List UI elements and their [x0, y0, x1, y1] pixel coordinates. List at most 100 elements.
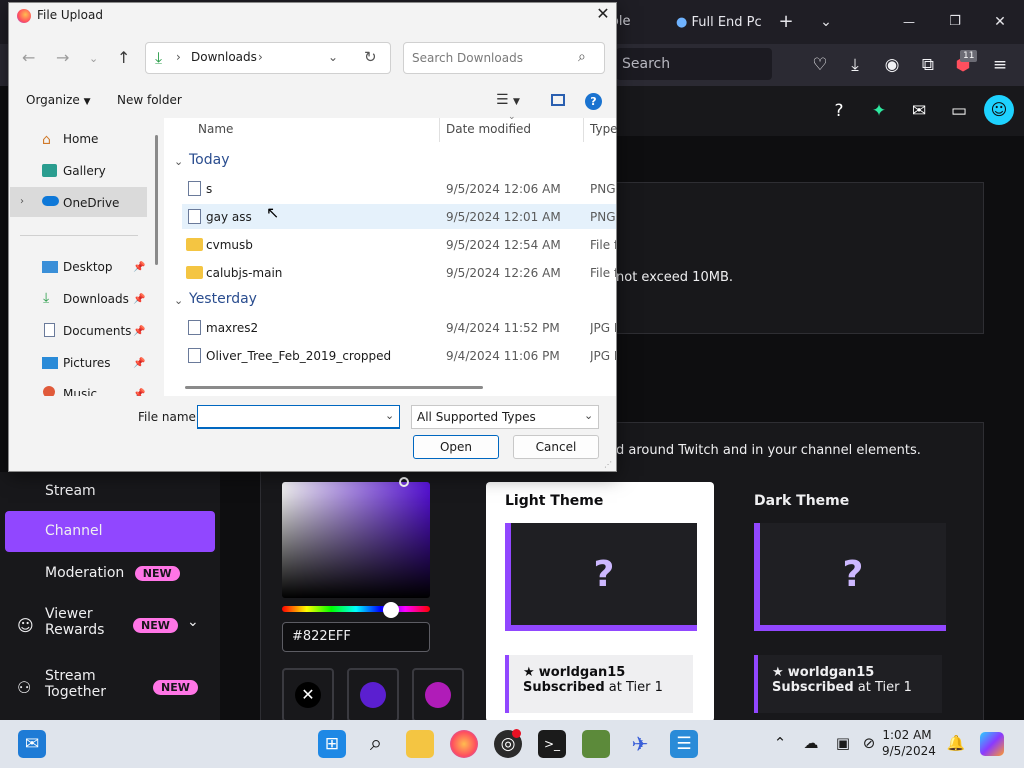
nav-item-desktop[interactable]: Desktop — [63, 260, 113, 274]
forward-arrow-icon[interactable]: → — [56, 48, 69, 67]
nav-item-gallery[interactable]: Gallery — [63, 164, 106, 178]
cloud-off-icon[interactable]: ☁ — [800, 734, 822, 752]
address-breadcrumb[interactable] — [145, 42, 391, 74]
file-type-dropdown-icon[interactable]: ⌄ — [584, 409, 593, 422]
start-icon[interactable]: ⊞ — [318, 730, 346, 758]
network-icon[interactable]: ▣ — [832, 734, 854, 752]
sparkle-icon[interactable]: ✦ — [865, 97, 893, 125]
nav-item-music[interactable]: Music — [63, 387, 97, 396]
file-type: File fo — [590, 266, 616, 280]
file-type-select[interactable]: All Supported Types — [411, 405, 599, 429]
cancel-button[interactable]: Cancel — [513, 435, 599, 459]
download-icon[interactable]: ⤓ — [840, 44, 870, 86]
preview-pane-icon[interactable] — [551, 94, 565, 106]
column-header-type[interactable]: Type — [590, 122, 618, 136]
organize-menu[interactable]: Organize ▼ — [26, 93, 91, 107]
copilot-icon[interactable] — [980, 732, 1004, 756]
color-picker-handle[interactable] — [399, 477, 409, 487]
avatar[interactable]: ☺ — [984, 95, 1014, 125]
menu-icon[interactable]: ≡ — [985, 44, 1015, 86]
new-tab-button[interactable]: + — [772, 0, 800, 44]
terminal-icon[interactable]: >_ — [538, 730, 566, 758]
swatch-purple[interactable] — [347, 668, 399, 722]
up-arrow-icon[interactable]: ↑ — [117, 48, 130, 67]
color-saturation-picker[interactable] — [282, 482, 430, 598]
new-folder-button[interactable]: New folder — [117, 93, 182, 107]
dialog-close-icon[interactable]: ✕ — [594, 4, 612, 23]
file-explorer-icon[interactable] — [406, 730, 434, 758]
nav-item-documents[interactable]: Documents — [63, 324, 131, 338]
outlook-icon[interactable]: ✉ — [18, 730, 46, 758]
file-name[interactable]: cvmusb — [206, 238, 253, 252]
sidebar-item-channel[interactable]: Channel — [5, 511, 215, 552]
address-dropdown-icon[interactable]: ⌄ — [328, 50, 338, 64]
sidebar-item-label: Channel — [45, 523, 103, 539]
nav-item-onedrive[interactable]: OneDrive — [63, 196, 119, 210]
column-header-date[interactable]: Date modified — [446, 122, 531, 136]
open-button[interactable]: Open — [413, 435, 499, 459]
view-options-icon[interactable]: ☰ ▼ — [496, 92, 520, 108]
image-file-icon — [188, 181, 201, 196]
file-name-dropdown-icon[interactable]: ⌄ — [385, 409, 394, 422]
recent-chevron-icon[interactable]: ⌄ — [89, 52, 98, 65]
app-bird-icon[interactable]: ✈ — [626, 730, 654, 758]
file-name[interactable]: Oliver_Tree_Feb_2019_cropped — [206, 349, 391, 363]
help-icon[interactable]: ? — [585, 93, 602, 110]
group-collapse-icon[interactable]: ⌄ — [174, 155, 183, 168]
breadcrumb-location[interactable]: Downloads — [191, 50, 257, 64]
sidebar-item-stream[interactable]: Stream — [5, 483, 215, 511]
nav-item-downloads[interactable]: Downloads — [63, 292, 129, 306]
tab-list-chevron-icon[interactable]: ⌄ — [812, 0, 840, 44]
group-collapse-icon[interactable]: ⌄ — [174, 294, 183, 307]
file-name[interactable]: s — [206, 182, 212, 196]
minimize-button[interactable]: — — [895, 0, 923, 44]
search-icon[interactable]: ⌕ — [362, 730, 390, 758]
file-date: 9/4/2024 11:52 PM — [446, 321, 560, 335]
refresh-icon[interactable]: ↻ — [364, 48, 377, 66]
file-name[interactable]: gay ass — [206, 210, 252, 224]
swatch-magenta[interactable] — [412, 668, 464, 722]
nav-item-home[interactable]: Home — [63, 132, 98, 146]
pocket-icon[interactable]: ♡ — [805, 44, 835, 86]
group-header-yesterday[interactable]: Yesterday — [189, 291, 257, 307]
extensions-icon[interactable]: ⧉ — [913, 44, 943, 86]
restore-button[interactable]: ❐ — [941, 0, 969, 44]
tray-overflow-icon[interactable]: ⌃ — [769, 734, 791, 752]
taskbar-clock[interactable]: 1:02 AM 9/5/2024 — [882, 727, 936, 759]
expand-chevron-icon[interactable]: › — [20, 196, 24, 207]
folder-icon — [186, 266, 203, 279]
column-header-name[interactable]: Name — [198, 122, 233, 136]
sidebar-item-moderation[interactable]: Moderation NEW — [5, 565, 215, 587]
search-input[interactable]: Search Downloads — [403, 42, 605, 74]
file-name-input[interactable] — [197, 405, 400, 429]
sidebar-item-stream-together[interactable]: ⚇ Stream Together NEW — [5, 668, 215, 712]
account-icon[interactable]: ◉ — [877, 44, 907, 86]
firefox-icon[interactable] — [450, 730, 478, 758]
minecraft-icon[interactable] — [582, 730, 610, 758]
horizontal-scrollbar[interactable] — [185, 386, 483, 389]
sidebar-item-viewer-rewards[interactable]: ☺ Viewer Rewards NEW ⌄ — [5, 606, 215, 650]
volume-icon[interactable]: ⊘ — [858, 734, 880, 752]
window-close-button[interactable]: ✕ — [986, 0, 1014, 44]
help-icon[interactable]: ? — [825, 97, 853, 125]
tab-full-end-pc[interactable]: ● Full End Pc — [670, 6, 770, 40]
file-date: 9/5/2024 12:54 AM — [446, 238, 561, 252]
people-icon: ⚇ — [17, 678, 32, 697]
resize-grip-icon[interactable]: ⋰ — [604, 460, 612, 469]
file-name[interactable]: calubjs-main — [206, 266, 282, 280]
inbox-icon[interactable]: ✉ — [905, 97, 933, 125]
nav-scrollbar[interactable] — [155, 135, 158, 265]
whispers-icon[interactable]: ▭ — [945, 97, 973, 125]
file-name[interactable]: maxres2 — [206, 321, 258, 335]
group-header-today[interactable]: Today — [189, 152, 230, 168]
hue-slider[interactable] — [282, 606, 430, 612]
notification-bell-icon[interactable]: 🔔 — [945, 734, 967, 752]
hue-slider-handle[interactable] — [383, 602, 399, 618]
back-arrow-icon[interactable]: ← — [22, 48, 35, 67]
address-bar[interactable]: Search — [616, 48, 772, 80]
hex-color-input[interactable]: #822EFF — [282, 622, 430, 652]
nav-item-pictures[interactable]: Pictures — [63, 356, 111, 370]
notepad-icon[interactable]: ☰ — [670, 730, 698, 758]
cloud-icon — [42, 196, 59, 206]
swatch-reset[interactable]: ✕ — [282, 668, 334, 722]
